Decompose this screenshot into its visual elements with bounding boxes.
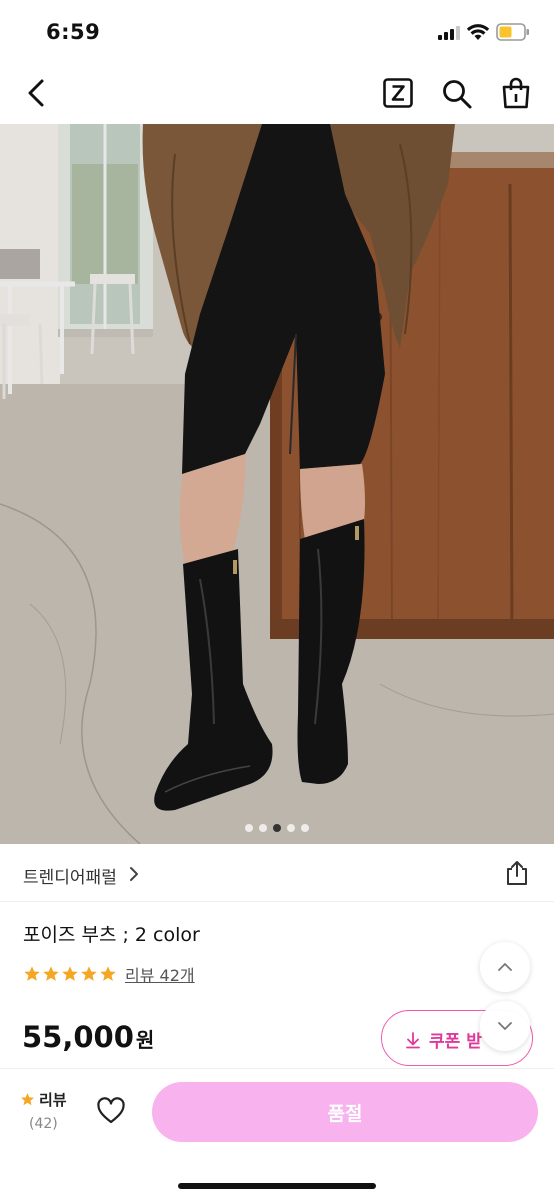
heart-icon[interactable]: [96, 1097, 126, 1125]
download-icon: [406, 1031, 420, 1048]
signal-icon: [438, 26, 460, 40]
share-icon[interactable]: [504, 860, 530, 886]
rating-row: 리뷰 42개: [23, 962, 195, 986]
gallery-dot-active[interactable]: [273, 824, 281, 832]
star-icon: [43, 966, 59, 981]
coupon-label: 쿠폰 받: [429, 1032, 482, 1052]
rating-stars: [23, 965, 117, 983]
home-indicator: [178, 1183, 376, 1189]
star-icon: [24, 966, 40, 981]
price: 55,000 원: [22, 1020, 154, 1054]
scroll-bottom-button[interactable]: [480, 1001, 530, 1051]
battery-icon: [496, 23, 529, 41]
brand-row[interactable]: 트렌디어패럴: [0, 844, 554, 902]
status-bar: 6:59: [0, 0, 554, 62]
gallery-dot[interactable]: [259, 824, 267, 832]
gallery-dot[interactable]: [301, 824, 309, 832]
nav-bar: [0, 62, 554, 124]
wifi-icon: [466, 24, 490, 40]
review-label: 리뷰: [39, 1091, 67, 1109]
brand-name[interactable]: 트렌디어패럴: [23, 863, 117, 888]
scroll-top-button[interactable]: [480, 942, 530, 992]
product-image-gallery[interactable]: [0, 124, 554, 844]
chevron-down-icon: [498, 1022, 512, 1030]
review-count: (42): [29, 1116, 58, 1132]
product-photo: [0, 124, 554, 844]
gallery-pagination: [0, 824, 554, 832]
product-title: 포이즈 부츠 ; 2 color: [23, 924, 200, 946]
back-icon[interactable]: [20, 76, 54, 110]
soldout-button[interactable]: 품절: [152, 1082, 538, 1142]
gallery-dot[interactable]: [287, 824, 295, 832]
review-count-link[interactable]: 리뷰 42개: [125, 962, 195, 986]
shopping-bag-icon[interactable]: [500, 77, 532, 109]
chevron-up-icon: [498, 963, 512, 971]
gallery-dot[interactable]: [245, 824, 253, 832]
star-icon: [100, 966, 116, 981]
chevron-right-icon: [130, 867, 138, 881]
star-icon: [81, 966, 97, 981]
review-summary[interactable]: 리뷰 (42): [20, 1089, 80, 1132]
star-icon: [21, 1093, 34, 1106]
price-value: 55,000: [22, 1020, 134, 1054]
price-unit: 원: [135, 1028, 155, 1052]
zigzag-z-icon[interactable]: [383, 78, 413, 108]
search-icon[interactable]: [441, 78, 473, 110]
status-time: 6:59: [46, 20, 101, 44]
star-icon: [62, 966, 78, 981]
bottom-action-bar: 리뷰 (42) 품절: [0, 1068, 554, 1200]
